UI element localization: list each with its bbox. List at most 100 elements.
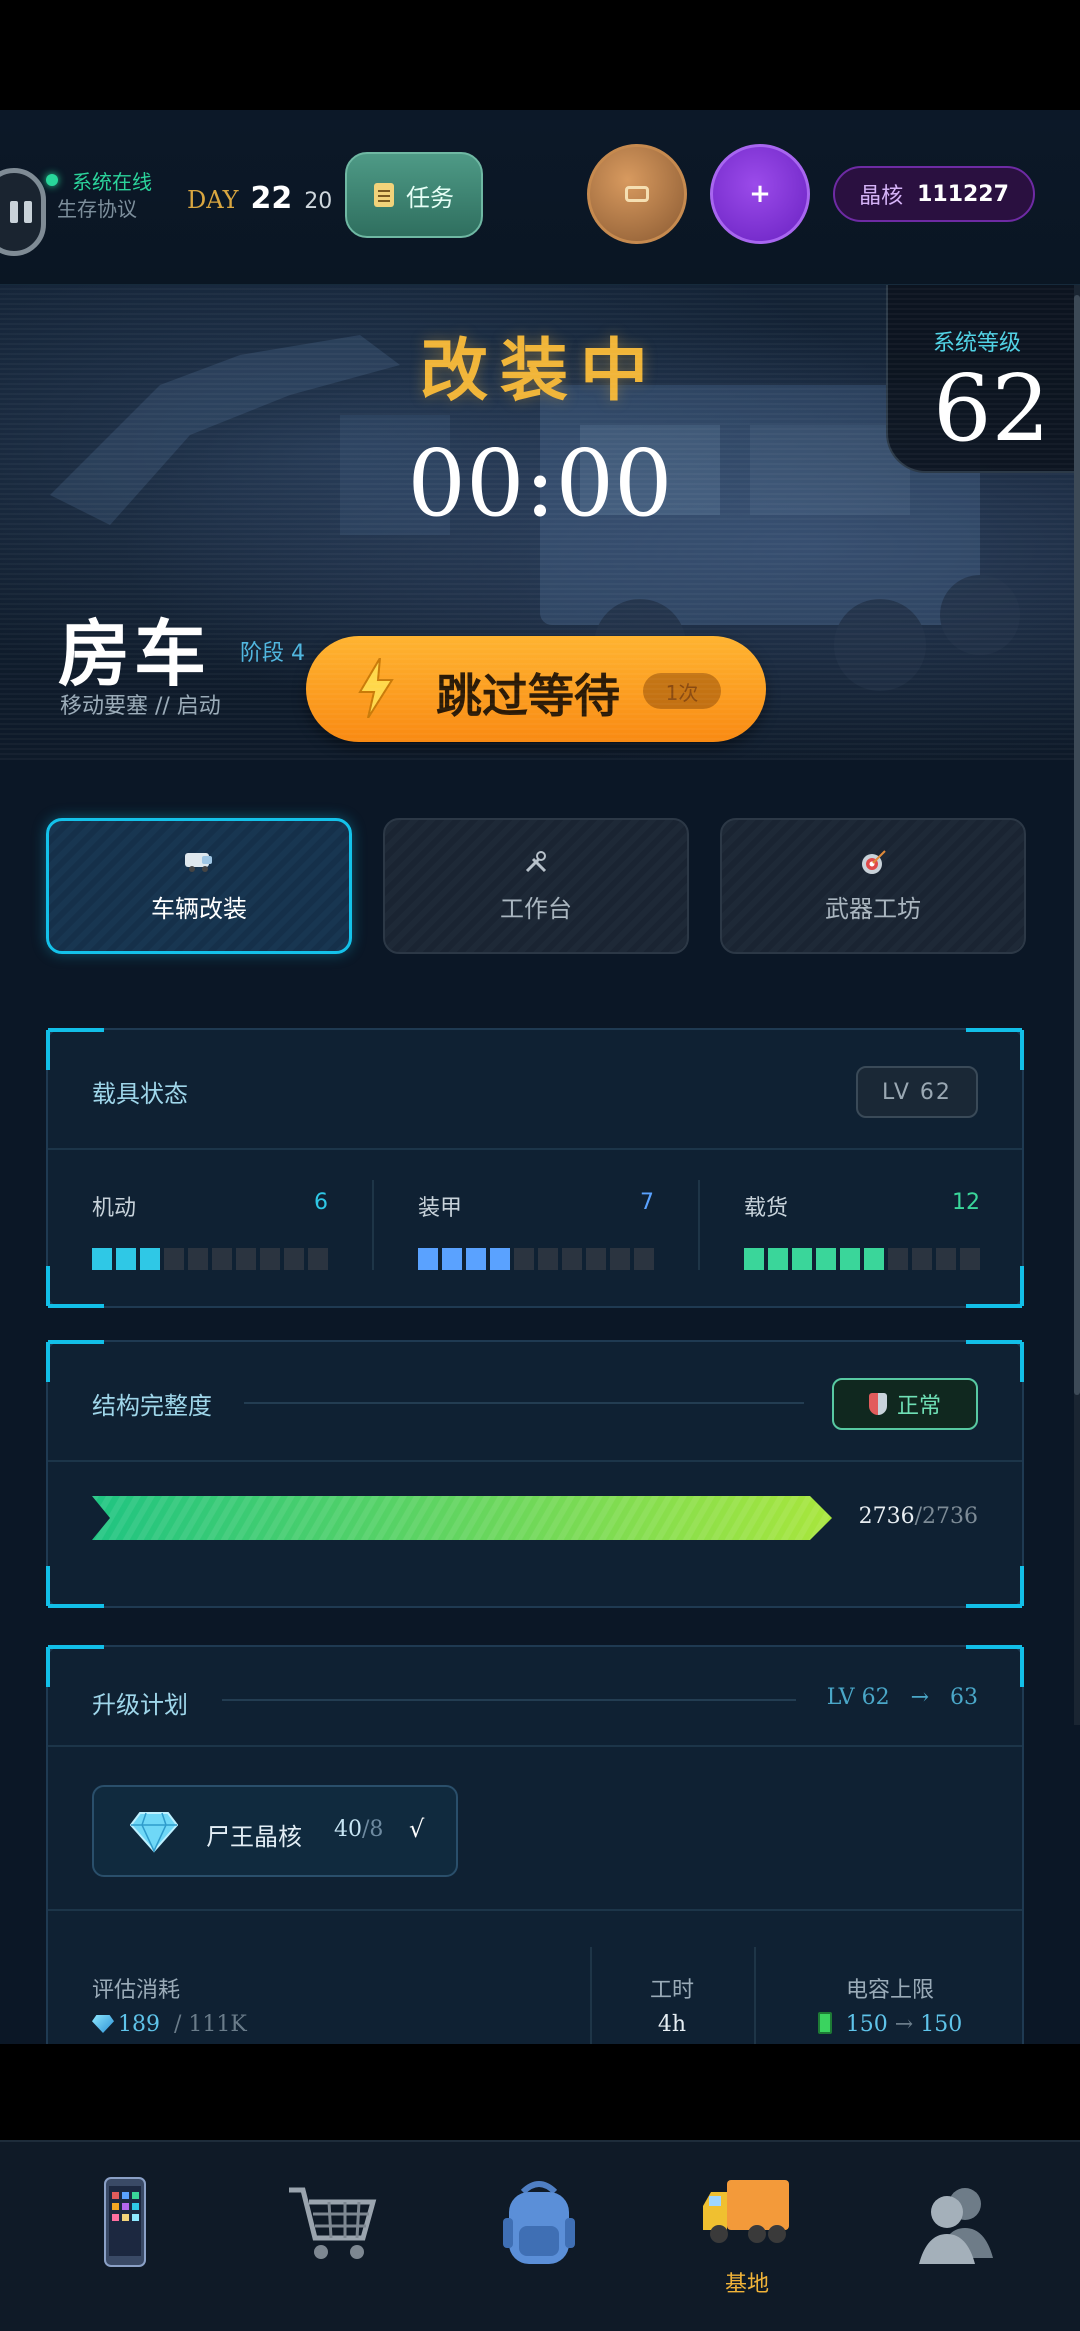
stat-value: 7 [640,1190,654,1215]
stat-segment [634,1248,654,1270]
stat-segment [816,1248,836,1270]
stat-segment [888,1248,908,1270]
tab-weapon-workshop[interactable]: 武器工坊 [720,818,1026,954]
phone-icon [104,2177,146,2267]
cost-value: 189 / 111K [92,2012,247,2037]
crystal-label: 晶核 [859,184,904,209]
cost-crystal: 189 [118,2012,160,2037]
pause-button[interactable] [0,168,46,256]
target-icon [859,849,887,877]
nav-item-profile[interactable] [890,2172,1020,2322]
nav-item-shop[interactable] [266,2172,396,2322]
tab-vehicle-modify[interactable]: 车辆改装 [46,818,352,954]
material-have: 40 [334,1817,362,1842]
tab-label: 工作台 [500,894,572,923]
stat-segment [442,1248,462,1270]
stat-segment [936,1248,956,1270]
top-status-bar: 系统在线 生存协议 DAY 22 20 任务 + 晶核 111227 [0,110,1080,285]
day-counter: DAY 22 20 [187,181,332,216]
stat-segment [768,1248,788,1270]
day-sub: 20 [304,189,333,214]
stat-segment [418,1248,438,1270]
battery-icon [817,2012,832,2034]
nav-item-backpack[interactable] [474,2172,604,2322]
stat-value: 12 [952,1190,980,1215]
tab-label: 车辆改装 [151,894,247,923]
cost-label: 评估消耗 [92,1978,181,2003]
modification-hero: 改装中 00:00 系统等级 62 房车 阶段 4 移动要塞 // 启动 跳过等… [0,285,1080,760]
stat-bars [418,1248,654,1270]
system-level-value: 62 [933,355,1051,462]
upgrade-to-level: 63 [950,1685,978,1710]
stat-segment [236,1248,256,1270]
radio-icon [625,186,649,202]
stat-segment [308,1248,328,1270]
stat-segment [466,1248,486,1270]
crystal-value: 111227 [917,181,1009,207]
timer-progress-fill [322,687,536,694]
card-header: 载具状态 LV 62 [48,1030,1022,1150]
countdown-timer: 00:00 [407,430,673,537]
integrity-current: 2736 [858,1504,915,1529]
vehicle-name: 房车 [58,612,211,696]
plus-icon: + [749,179,771,209]
integrity-status-chip: 正常 [832,1378,978,1430]
stat-segment [562,1248,582,1270]
skip-wait-label: 跳过等待 [436,669,620,723]
stat-value: 6 [314,1190,328,1215]
online-status-dot [46,174,58,186]
stat-segment [212,1248,232,1270]
skip-wait-button[interactable]: 跳过等待 1次 [306,636,766,742]
radio-button[interactable] [587,144,687,244]
task-button[interactable]: 任务 [345,152,483,238]
material-count: 40/8 [334,1817,383,1842]
integrity-value: 2736/2736 [859,1504,978,1529]
stat-bars [92,1248,328,1270]
plus-button[interactable]: + [710,144,810,244]
upgrade-level-change: LV 62 → 63 [827,1685,978,1710]
stat-bars [744,1248,980,1270]
stat-segment [912,1248,932,1270]
material-name: 尸王晶核 [206,1823,302,1851]
card-header: 结构完整度 正常 [48,1342,1022,1462]
truck-silhouette [540,385,1020,691]
stat-segment [960,1248,980,1270]
stat-name: 机动 [92,1196,137,1221]
arrow-right-icon: → [910,1685,929,1710]
system-level-card: 系统等级 62 [886,285,1080,473]
capacity-label: 电容上限 [845,1978,934,2003]
pause-icon [10,201,32,223]
vehicle-status-card: 载具状态 LV 62 机动 6 装甲 7 载货 12 [46,1028,1024,1308]
stat-name: 载货 [744,1196,789,1221]
nav-item-phone[interactable] [60,2172,190,2322]
task-button-label: 任务 [406,183,454,212]
upgrade-plan-card: 升级计划 LV 62 → 63 尸王晶核 40/8 √ 评估消耗 189 / 11… [46,1645,1024,2065]
nav-label: 基地 [724,2272,769,2297]
stat-segment [538,1248,558,1270]
nav-item-base[interactable]: 基地 [682,2162,812,2312]
bottom-navigation: 基地 [0,2140,1080,2331]
time-value: 4h [657,2012,687,2037]
crystal-balance[interactable]: 晶核 111227 [833,166,1035,222]
material-need: /8 [362,1817,384,1842]
shield-icon [868,1393,887,1415]
stat-segment [140,1248,160,1270]
van-icon [184,849,214,877]
cost-total: / 111K [174,2012,247,2037]
scrollbar[interactable] [1074,285,1080,1725]
crystal-icon [92,2015,114,2033]
tab-label: 武器工坊 [825,894,921,923]
stat-segment [864,1248,884,1270]
capacity-from: 150 [845,2012,888,2037]
card-header: 升级计划 LV 62 → 63 [48,1647,1022,1747]
check-icon: √ [409,1815,425,1843]
stat-segment [164,1248,184,1270]
vehicle-level-chip: LV 62 [856,1066,978,1118]
survival-protocol-label: 生存协议 [57,197,137,221]
stat-segment [610,1248,630,1270]
lightning-icon [358,658,394,718]
stat-segment [792,1248,812,1270]
capacity-value: 150 → 150 [754,2012,1026,2037]
integrity-title: 结构完整度 [92,1392,212,1420]
tab-workbench[interactable]: 工作台 [383,818,689,954]
